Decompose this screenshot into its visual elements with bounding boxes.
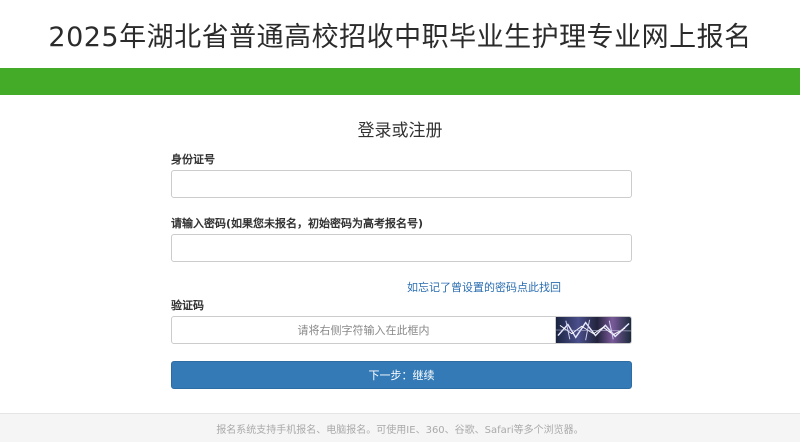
forgot-password-link[interactable]: 如忘记了曾设置的密码点此找回 — [171, 279, 797, 295]
next-continue-button[interactable]: 下一步：继续 — [171, 361, 632, 389]
id-number-input[interactable] — [171, 170, 632, 198]
footer-notice: 报名系统支持手机报名、电脑报名。可使用IE、360、谷歌、Safari等多个浏览… — [0, 413, 800, 442]
page-title: 2025年湖北省普通高校招收中职毕业生护理专业网上报名 — [48, 21, 752, 53]
form-title: 登录或注册 — [357, 121, 443, 141]
captcha-image[interactable] — [555, 317, 631, 343]
header-bar — [0, 68, 800, 95]
captcha-label: 验证码 — [171, 299, 204, 312]
id-number-label: 身份证号 — [171, 153, 215, 166]
captcha-input[interactable] — [172, 317, 555, 343]
captcha-noise-icon — [556, 319, 631, 341]
captcha-group — [171, 316, 632, 344]
password-label: 请输入密码(如果您未报名，初始密码为高考报名号) — [171, 217, 424, 230]
password-input[interactable] — [171, 234, 632, 262]
